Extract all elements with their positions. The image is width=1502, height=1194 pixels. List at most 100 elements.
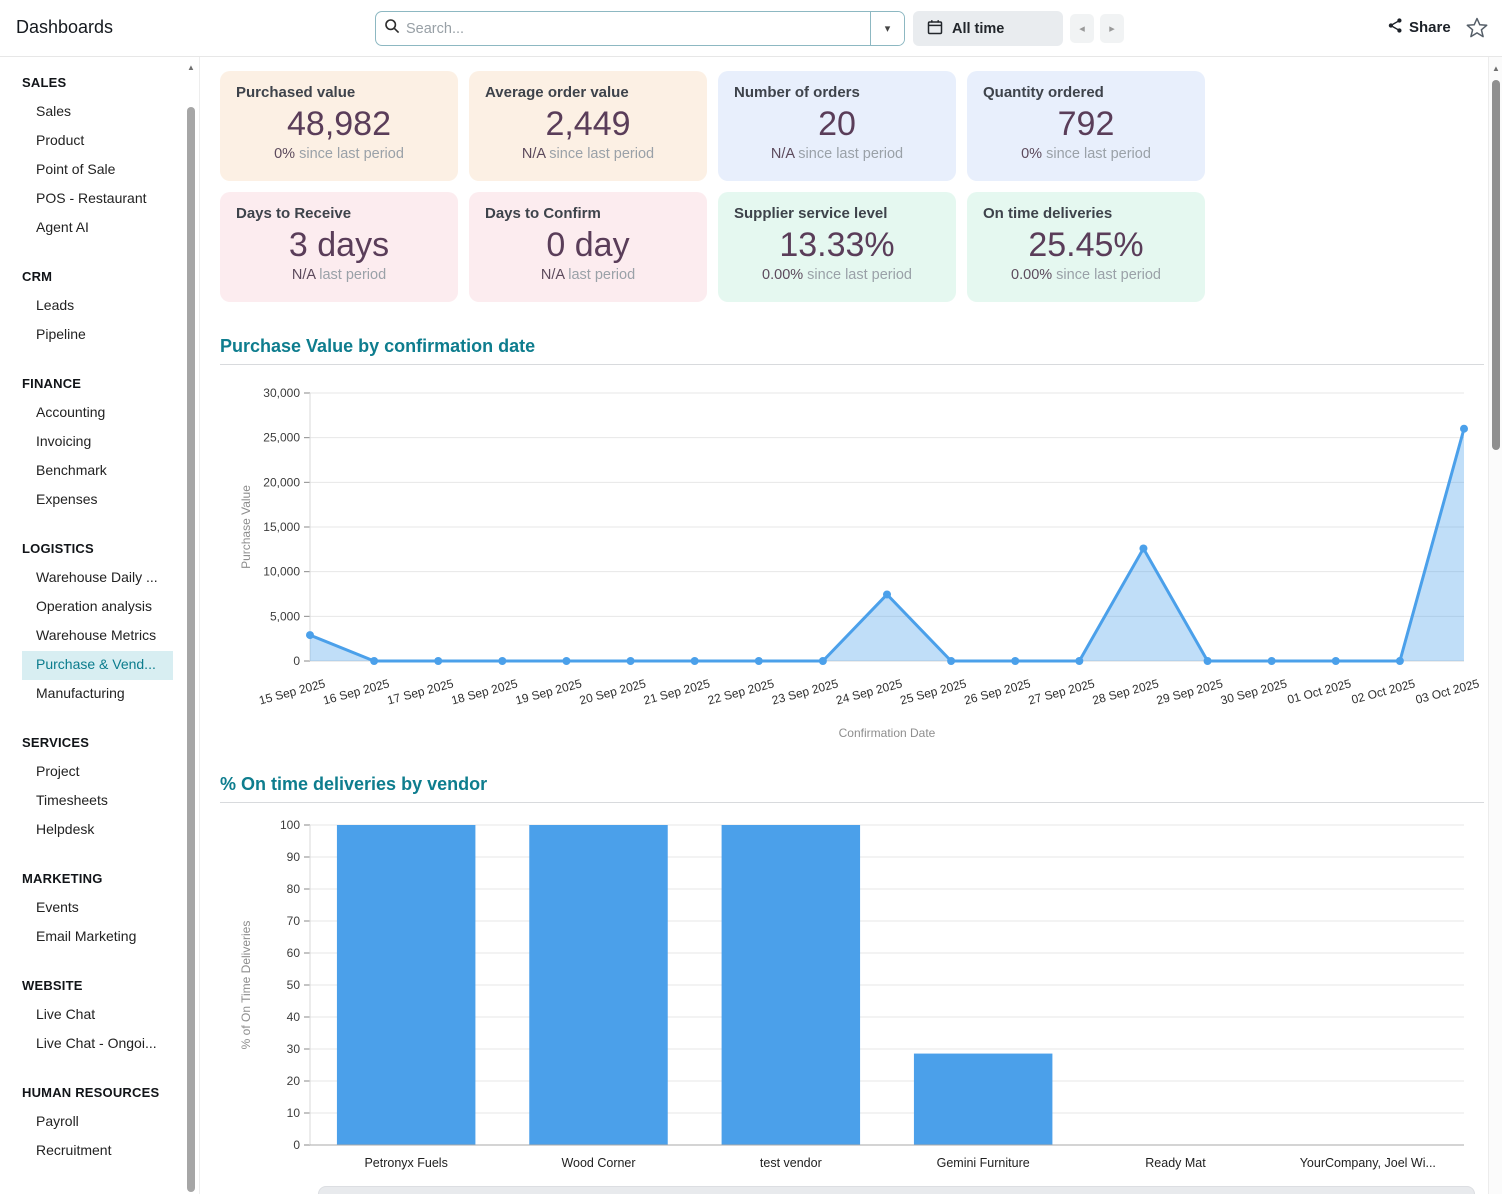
time-filter-label: All time	[952, 21, 1004, 37]
kpi-title: Days to Receive	[236, 205, 442, 222]
svg-text:60: 60	[287, 946, 301, 960]
main-scrollbar-thumb[interactable]	[1492, 80, 1500, 450]
svg-text:24 Sep 2025: 24 Sep 2025	[834, 676, 904, 707]
sidebar-item-live-chat-ongoi[interactable]: Live Chat - Ongoi...	[22, 1030, 173, 1059]
previous-period-button[interactable]: ◂	[1070, 14, 1094, 43]
sidebar-item-timesheets[interactable]: Timesheets	[22, 787, 173, 816]
chevron-left-icon: ◂	[1079, 22, 1085, 35]
svg-text:Purchase Value: Purchase Value	[239, 485, 253, 569]
svg-text:Petronyx Fuels: Petronyx Fuels	[364, 1156, 447, 1170]
main-scrollbar[interactable]: ▲	[1488, 57, 1502, 1194]
svg-text:27 Sep 2025: 27 Sep 2025	[1027, 676, 1097, 707]
svg-text:15,000: 15,000	[263, 520, 300, 534]
sidebar-item-helpdesk[interactable]: Helpdesk	[22, 816, 173, 845]
svg-text:30: 30	[287, 1042, 301, 1056]
kpi-delta: 0.00% since last period	[983, 267, 1189, 283]
next-period-button[interactable]: ▸	[1100, 14, 1124, 43]
share-label: Share	[1409, 19, 1451, 36]
svg-text:% of On Time Deliveries: % of On Time Deliveries	[239, 921, 253, 1050]
sidebar-item-leads[interactable]: Leads	[22, 292, 173, 321]
kpi-delta: 0% since last period	[983, 146, 1189, 162]
sidebar-item-payroll[interactable]: Payroll	[22, 1108, 173, 1137]
sidebar-item-email-marketing[interactable]: Email Marketing	[22, 923, 173, 952]
kpi-value: 3 days	[236, 225, 442, 265]
sidebar-item-purchase-vend[interactable]: Purchase & Vend...	[22, 651, 173, 680]
search-input[interactable]	[406, 21, 862, 37]
app-title: Dashboards	[16, 17, 113, 38]
sidebar-item-operation-analysis[interactable]: Operation analysis	[22, 593, 173, 622]
sidebar-item-events[interactable]: Events	[22, 894, 173, 923]
svg-text:20,000: 20,000	[263, 475, 300, 489]
svg-text:29 Sep 2025: 29 Sep 2025	[1155, 676, 1225, 707]
svg-text:Gemini Furniture: Gemini Furniture	[937, 1156, 1030, 1170]
sidebar-item-accounting[interactable]: Accounting	[22, 399, 173, 428]
chart-title: % On time deliveries by vendor	[220, 774, 1484, 795]
sidebar-item-project[interactable]: Project	[22, 758, 173, 787]
sidebar-item-pos-restaurant[interactable]: POS - Restaurant	[22, 185, 173, 214]
sidebar-scrollbar[interactable]: ▲	[186, 57, 197, 1194]
sidebar-section-finance: FINANCEAccountingInvoicingBenchmarkExpen…	[0, 370, 199, 515]
svg-text:90: 90	[287, 850, 301, 864]
chart-title: Purchase Value by confirmation date	[220, 336, 1484, 357]
kpi-value: 20	[734, 104, 940, 144]
kpi-delta: N/A since last period	[485, 146, 691, 162]
sidebar-section-crm: CRMLeadsPipeline	[0, 263, 199, 350]
kpi-cards: Purchased value48,9820% since last perio…	[220, 71, 1210, 302]
kpi-title: Number of orders	[734, 84, 940, 101]
search-field-area[interactable]	[376, 12, 870, 45]
top-bar: Dashboards ▾ All time ◂ ▸ Share	[0, 0, 1502, 57]
sidebar-item-sales[interactable]: Sales	[22, 98, 173, 127]
time-filter-button[interactable]: All time	[913, 11, 1063, 46]
sidebar-item-warehouse-metrics[interactable]: Warehouse Metrics	[22, 622, 173, 651]
kpi-title: Days to Confirm	[485, 205, 691, 222]
svg-text:0: 0	[293, 1138, 300, 1152]
kpi-delta: 0.00% since last period	[734, 267, 940, 283]
svg-text:test vendor: test vendor	[760, 1156, 822, 1170]
svg-text:30,000: 30,000	[263, 386, 300, 400]
kpi-card-average-order-value: Average order value2,449N/A since last p…	[469, 71, 707, 181]
sidebar-item-product[interactable]: Product	[22, 127, 173, 156]
sidebar-item-expenses[interactable]: Expenses	[22, 486, 173, 515]
svg-text:YourCompany, Joel Wi...: YourCompany, Joel Wi...	[1300, 1156, 1436, 1170]
purchase-value-chart-section: Purchase Value by confirmation date 05,0…	[220, 336, 1484, 750]
sidebar-section-sales: SALESSalesProductPoint of SalePOS - Rest…	[0, 69, 199, 243]
favorite-star-icon[interactable]	[1465, 16, 1489, 40]
sidebar-item-agent-ai[interactable]: Agent AI	[22, 214, 173, 243]
svg-text:15 Sep 2025: 15 Sep 2025	[257, 676, 327, 707]
share-icon	[1387, 17, 1404, 38]
sidebar-scrollbar-thumb[interactable]	[187, 107, 195, 1192]
divider	[220, 364, 1484, 365]
svg-text:0: 0	[293, 654, 300, 668]
scroll-up-icon[interactable]: ▲	[187, 63, 195, 72]
sidebar-item-pipeline[interactable]: Pipeline	[22, 321, 173, 350]
kpi-card-number-of-orders: Number of orders20N/A since last period	[718, 71, 956, 181]
kpi-value: 13.33%	[734, 225, 940, 265]
search-bar[interactable]: ▾	[375, 11, 905, 46]
sidebar-section-title: MARKETING	[0, 865, 199, 894]
sidebar-item-invoicing[interactable]: Invoicing	[22, 428, 173, 457]
sidebar-item-recruitment[interactable]: Recruitment	[22, 1137, 173, 1166]
share-button[interactable]: Share	[1387, 17, 1451, 38]
search-dropdown-toggle[interactable]: ▾	[870, 12, 904, 45]
svg-text:30 Sep 2025: 30 Sep 2025	[1219, 676, 1289, 707]
kpi-card-supplier-service-level: Supplier service level13.33%0.00% since …	[718, 192, 956, 302]
sidebar-item-manufacturing[interactable]: Manufacturing	[22, 680, 173, 709]
svg-text:01 Oct 2025: 01 Oct 2025	[1286, 676, 1353, 707]
scroll-up-icon[interactable]: ▲	[1492, 64, 1500, 73]
sidebar-section-title: FINANCE	[0, 370, 199, 399]
svg-text:03 Oct 2025: 03 Oct 2025	[1414, 676, 1481, 707]
kpi-delta: N/A last period	[236, 267, 442, 283]
sidebar-section-title: HUMAN RESOURCES	[0, 1079, 199, 1108]
kpi-card-on-time-deliveries: On time deliveries25.45%0.00% since last…	[967, 192, 1205, 302]
sidebar-section-title: CRM	[0, 263, 199, 292]
svg-text:23 Sep 2025: 23 Sep 2025	[770, 676, 840, 707]
next-widget-edge	[318, 1186, 1475, 1194]
sidebar-item-live-chat[interactable]: Live Chat	[22, 1001, 173, 1030]
sidebar-section-title: LOGISTICS	[0, 535, 199, 564]
svg-text:22 Sep 2025: 22 Sep 2025	[706, 676, 776, 707]
kpi-value: 792	[983, 104, 1189, 144]
sidebar-item-point-of-sale[interactable]: Point of Sale	[22, 156, 173, 185]
sidebar-item-warehouse-daily[interactable]: Warehouse Daily ...	[22, 564, 173, 593]
sidebar-item-benchmark[interactable]: Benchmark	[22, 457, 173, 486]
kpi-card-days-to-receive: Days to Receive 3 days N/A last period	[220, 192, 458, 302]
